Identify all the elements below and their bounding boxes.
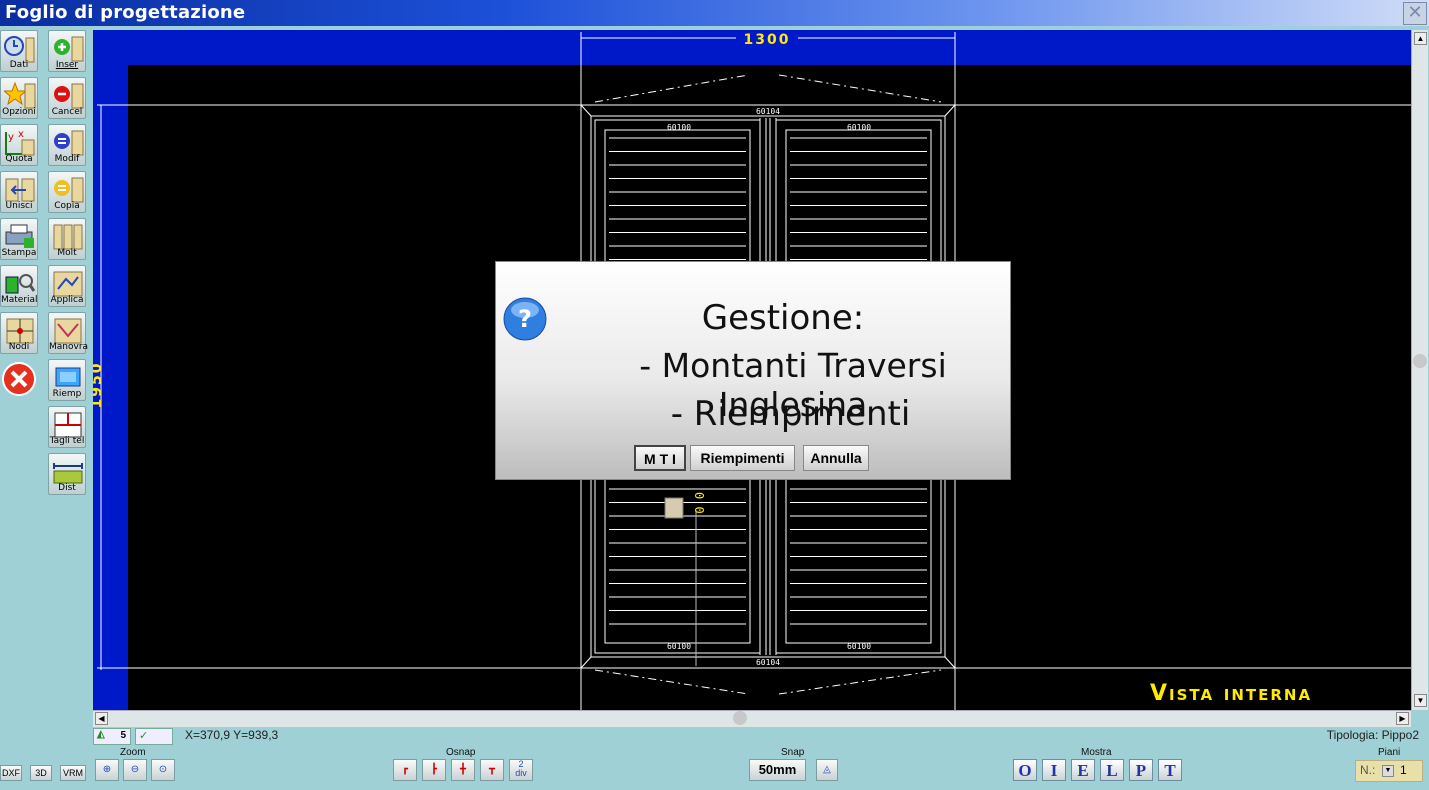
view-label: Vista interna xyxy=(1150,681,1313,706)
opzioni-button[interactable]: Opzioni xyxy=(0,77,38,119)
mostra-e-button[interactable]: E xyxy=(1071,759,1095,781)
3d-button[interactable]: 3D xyxy=(30,765,52,781)
piani-selector[interactable]: N.: ▼ 1 xyxy=(1355,760,1423,782)
sash-label: 60100 xyxy=(667,123,691,132)
scroll-left-icon[interactable]: ◀ xyxy=(95,712,108,725)
annulla-button[interactable]: Annulla xyxy=(803,445,869,471)
zoom-in-button[interactable]: ⊕ xyxy=(95,759,119,781)
marker-label: 0 0 xyxy=(692,492,706,514)
mostra-l-button[interactable]: L xyxy=(1100,759,1124,781)
osnap-node-button[interactable]: ┳ xyxy=(480,759,504,781)
dist-button[interactable]: Dist xyxy=(48,453,86,495)
manovra-button[interactable]: Manovra xyxy=(48,312,88,354)
window-title: Foglio di progettazione xyxy=(5,2,246,23)
magnifier-fit-icon: ⊙ xyxy=(158,764,168,775)
mti-button[interactable]: M T I xyxy=(634,445,686,471)
profile-top-label: 60104 xyxy=(756,107,780,116)
mostra-t-button[interactable]: T xyxy=(1158,759,1182,781)
unisci-button[interactable]: Unisci xyxy=(0,171,38,213)
status-bar: ◭ 5 ✓ X=370,9 Y=939,3 Tipologia: Pippo2 xyxy=(93,727,1427,745)
dati-button[interactable]: Dati xyxy=(0,30,38,72)
profile-bottom-label: 60104 xyxy=(756,658,780,667)
osnap-div-button[interactable]: 2 div xyxy=(509,759,533,781)
svg-text:y: y xyxy=(8,132,14,143)
scroll-right-icon[interactable]: ▶ xyxy=(1396,712,1409,725)
vrm-button[interactable]: VRM xyxy=(60,765,86,781)
close-icon: ✕ xyxy=(1407,2,1423,23)
triangle-icon: ◭ xyxy=(97,729,105,740)
title-bar: Foglio di progettazione ✕ xyxy=(0,0,1429,26)
material-button[interactable]: Material xyxy=(0,265,38,307)
dialog-heading: Gestione: xyxy=(701,298,865,338)
dxf-button[interactable]: DXF xyxy=(0,765,22,781)
exit-button[interactable] xyxy=(0,359,38,401)
modif-button[interactable]: Modif xyxy=(48,124,86,166)
sash-label: 60100 xyxy=(667,642,691,651)
height-dimension: 1950 xyxy=(93,362,105,409)
horizontal-scrollbar[interactable]: ◀ ▶ xyxy=(93,710,1411,727)
sash-label: 60100 xyxy=(847,642,871,651)
zoom-label: Zoom xyxy=(120,747,146,758)
inser-button[interactable]: Inser xyxy=(48,30,86,72)
piani-value: 1 xyxy=(1400,763,1407,777)
zoom-out-button[interactable]: ⊖ xyxy=(123,759,147,781)
bottom-toolbar: DXF 3D VRM Zoom ⊕ ⊖ ⊙ Osnap ┏ ┣ ╋ ┳ 2 di… xyxy=(0,745,1429,790)
coordinates-readout: X=370,9 Y=939,3 xyxy=(185,728,279,742)
magnifier-plus-icon: ⊕ xyxy=(102,764,112,775)
check-icon: ✓ xyxy=(136,730,149,742)
osnap-label: Osnap xyxy=(446,747,476,758)
mostra-label: Mostra xyxy=(1081,747,1112,758)
stampa-button[interactable]: Stampa xyxy=(0,218,38,260)
close-button[interactable]: ✕ xyxy=(1403,2,1427,25)
layer-number: 5 xyxy=(120,730,126,741)
gestione-dialog: ? Gestione: - Montanti Traversi Inglesin… xyxy=(496,262,1010,479)
tipologia-label: Tipologia: Pippo2 xyxy=(1326,728,1419,742)
sash-label: 60100 xyxy=(847,123,871,132)
snap-endpoint-icon: ┏ xyxy=(401,764,409,775)
cancel-button[interactable]: Cancel xyxy=(48,77,86,119)
snap-node-icon: ┳ xyxy=(488,764,496,775)
mostra-p-button[interactable]: P xyxy=(1129,759,1153,781)
piani-label: Piani xyxy=(1378,747,1401,758)
scroll-thumb[interactable] xyxy=(1413,354,1427,368)
vertical-scrollbar[interactable]: ▲ ▼ xyxy=(1411,30,1428,710)
dialog-option-riempimenti: - Riempimenti xyxy=(670,394,911,434)
magnifier-minus-icon: ⊖ xyxy=(130,764,140,775)
snap-value-button[interactable]: 50mm xyxy=(749,759,806,781)
osnap-midpoint-button[interactable]: ┣ xyxy=(422,759,446,781)
piani-prefix: N.: xyxy=(1360,763,1376,777)
mostra-i-button[interactable]: I xyxy=(1042,759,1066,781)
snap-label: Snap xyxy=(781,747,805,758)
quota-button[interactable]: yx Quota xyxy=(0,124,38,166)
nodi-button[interactable]: Nodi xyxy=(0,312,38,354)
copia-button[interactable]: Copia xyxy=(48,171,86,213)
snap-toggle-button[interactable]: ◬ xyxy=(816,759,838,781)
scroll-down-icon[interactable]: ▼ xyxy=(1414,694,1427,707)
applica-button[interactable]: Applica xyxy=(48,265,86,307)
tagli-tel-button[interactable]: Tagli tel xyxy=(48,406,86,448)
molt-button[interactable]: Molt xyxy=(48,218,86,260)
scroll-up-icon[interactable]: ▲ xyxy=(1414,32,1427,45)
zoom-fit-button[interactable]: ⊙ xyxy=(151,759,175,781)
left-toolbar: Dati Inser Opzioni Cancel yx Quota Modif… xyxy=(0,26,93,746)
riempimenti-button[interactable]: Riempimenti xyxy=(690,445,795,471)
check-toggle[interactable]: ✓ xyxy=(135,728,173,745)
mostra-o-button[interactable]: O xyxy=(1013,759,1037,781)
chevron-down-icon[interactable]: ▼ xyxy=(1382,765,1394,777)
scroll-thumb[interactable] xyxy=(733,711,747,725)
svg-text:x: x xyxy=(18,129,24,140)
width-dimension: 1300 xyxy=(744,32,791,48)
osnap-endpoint-button[interactable]: ┏ xyxy=(393,759,417,781)
snap-intersection-icon: ╋ xyxy=(459,764,467,775)
snap-midpoint-icon: ┣ xyxy=(430,764,438,775)
osnap-intersection-button[interactable]: ╋ xyxy=(451,759,475,781)
layer-selector[interactable]: ◭ 5 xyxy=(93,728,131,745)
close-red-icon xyxy=(2,362,36,396)
riemp-button[interactable]: Riemp xyxy=(48,359,86,401)
snap-grid-icon: ◬ xyxy=(823,764,831,775)
